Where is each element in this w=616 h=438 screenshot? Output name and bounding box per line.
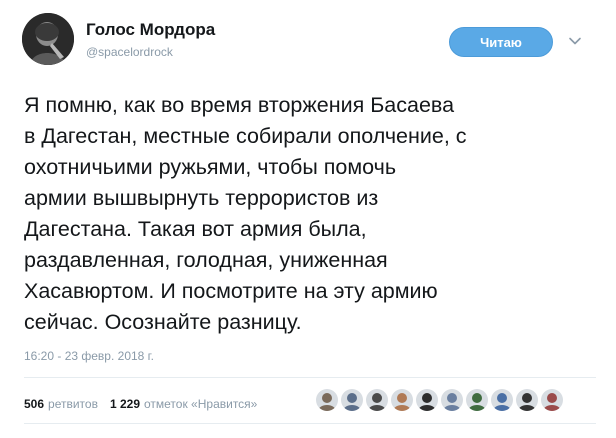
following-button[interactable]: Читаю bbox=[449, 27, 553, 57]
avatar-photo-icon bbox=[391, 389, 413, 411]
avatar-photo-icon bbox=[416, 389, 438, 411]
avatar-photo-icon bbox=[491, 389, 513, 411]
liker-avatar-10[interactable] bbox=[541, 389, 563, 411]
avatar-photo-icon bbox=[441, 389, 463, 411]
author-avatar[interactable] bbox=[22, 13, 74, 65]
tweet-text: Я помню, как во время вторжения Басаева … bbox=[24, 90, 604, 338]
liker-avatars bbox=[316, 389, 563, 411]
retweets-count[interactable]: 506 bbox=[24, 397, 44, 411]
likes-count[interactable]: 1 229 bbox=[110, 397, 140, 411]
tweet-text-line: Хасавюртом. И посмотрите на эту армию bbox=[24, 279, 438, 303]
tweet-text-line: сейчас. Осознайте разницу. bbox=[24, 310, 302, 334]
avatar-photo-icon bbox=[516, 389, 538, 411]
chevron-down-icon[interactable] bbox=[568, 34, 582, 48]
liker-avatar-9[interactable] bbox=[516, 389, 538, 411]
tweet-text-line: армии вышвырнуть террористов из bbox=[24, 186, 379, 210]
author-screen-name[interactable]: @spacelordrock bbox=[86, 45, 173, 59]
tweet-text-line: Я помню, как во время вторжения Басаева bbox=[24, 93, 455, 117]
tweet-stats: 506 ретвитов 1 229 отметок «Нравится» bbox=[24, 397, 269, 411]
liker-avatar-8[interactable] bbox=[491, 389, 513, 411]
avatar-photo-icon bbox=[466, 389, 488, 411]
tweet-text-line: Дагестана. Такая вот армия была, bbox=[24, 217, 367, 241]
likes-label[interactable]: отметок «Нравится» bbox=[144, 397, 257, 411]
tweet-timestamp[interactable]: 16:20 - 23 февр. 2018 г. bbox=[24, 349, 154, 363]
tweet-text-line: охотничьими ружьями, чтобы помочь bbox=[24, 155, 397, 179]
liker-avatar-5[interactable] bbox=[416, 389, 438, 411]
tweet-text-line: раздавленная, голодная, униженная bbox=[24, 248, 388, 272]
profile-photo-icon bbox=[22, 13, 74, 65]
liker-avatar-2[interactable] bbox=[341, 389, 363, 411]
divider bbox=[24, 423, 596, 424]
retweets-label[interactable]: ретвитов bbox=[48, 397, 98, 411]
tweet-text-line: в Дагестан, местные собирали ополчение, … bbox=[24, 124, 467, 148]
liker-avatar-7[interactable] bbox=[466, 389, 488, 411]
liker-avatar-1[interactable] bbox=[316, 389, 338, 411]
liker-avatar-6[interactable] bbox=[441, 389, 463, 411]
liker-avatar-4[interactable] bbox=[391, 389, 413, 411]
divider bbox=[24, 377, 596, 378]
avatar-photo-icon bbox=[541, 389, 563, 411]
author-display-name[interactable]: Голос Мордора bbox=[86, 20, 215, 40]
avatar-photo-icon bbox=[366, 389, 388, 411]
avatar-photo-icon bbox=[316, 389, 338, 411]
avatar-photo-icon bbox=[341, 389, 363, 411]
liker-avatar-3[interactable] bbox=[366, 389, 388, 411]
tweet-card: Голос Мордора @spacelordrock Читаю Я пом… bbox=[0, 0, 616, 438]
